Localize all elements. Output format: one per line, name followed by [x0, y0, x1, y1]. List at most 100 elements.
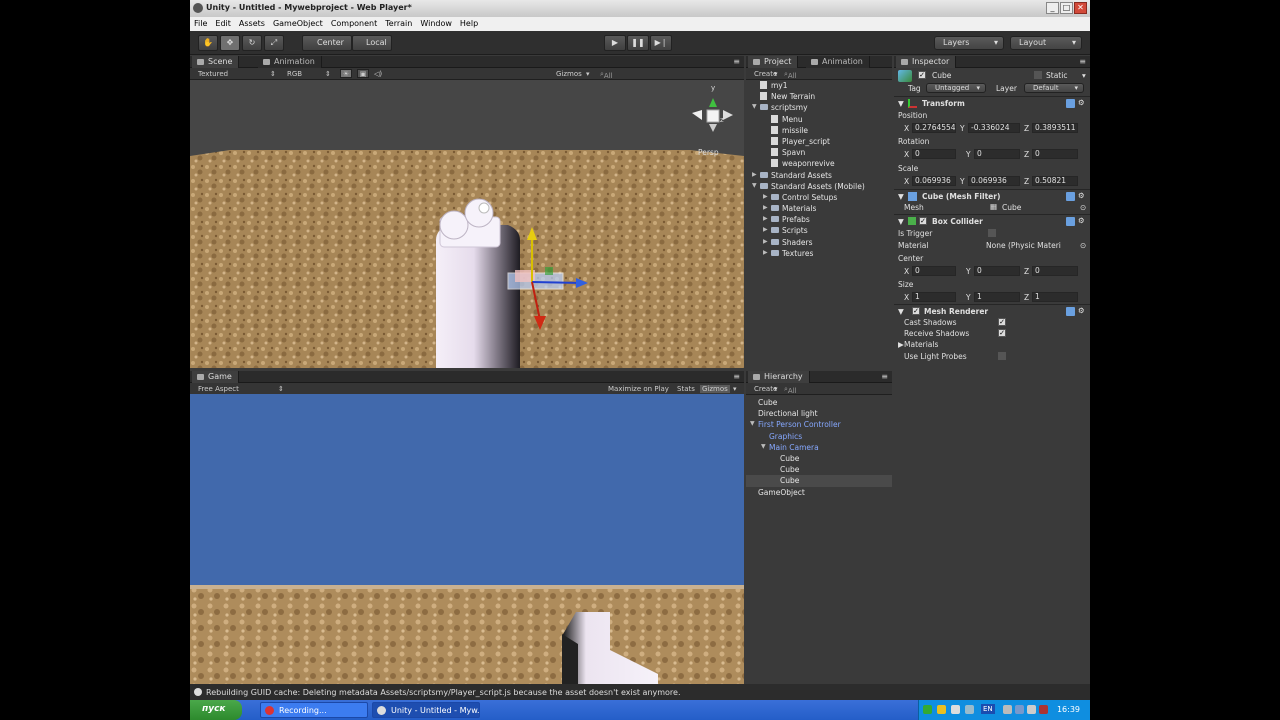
mesh-value[interactable]: Cube — [1002, 203, 1021, 212]
expanded-arrow-icon[interactable]: ▼ — [761, 443, 766, 450]
menu-window[interactable]: Window — [416, 17, 456, 30]
collapsed-arrow-icon[interactable]: ▶ — [763, 204, 768, 211]
mesh-renderer-fold-icon[interactable]: ▼ — [898, 307, 904, 316]
collapsed-arrow-icon[interactable]: ▶ — [763, 226, 768, 233]
collapsed-arrow-icon[interactable]: ▶ — [752, 171, 757, 178]
status-message[interactable]: Rebuilding GUID cache: Deleting metadata… — [206, 688, 681, 697]
tray-volume-icon[interactable] — [1027, 705, 1036, 714]
project-item[interactable]: ▶ Prefabs — [746, 214, 892, 225]
tray-display-icon[interactable] — [1015, 705, 1024, 714]
menu-file[interactable]: File — [190, 17, 211, 30]
use-light-probes-checkbox[interactable] — [998, 352, 1006, 360]
scale-z-field[interactable]: 0.50821 — [1032, 176, 1078, 186]
object-active-checkbox[interactable]: ✓ — [918, 71, 926, 79]
color-mode-arrow-icon[interactable]: ⇕ — [325, 70, 331, 78]
pivot-center-button[interactable]: Center — [302, 35, 352, 51]
move-tool-icon[interactable]: ✥ — [220, 35, 240, 51]
scene-gizmos-dropdown[interactable]: Gizmos — [556, 70, 582, 78]
panel-menu-icon[interactable]: ≡ — [733, 57, 740, 66]
mesh-filter-fold-icon[interactable]: ▼ — [898, 192, 904, 201]
start-button[interactable]: пуск — [190, 700, 242, 720]
project-item[interactable]: Player_script — [746, 136, 892, 147]
object-name-field[interactable]: Cube — [932, 71, 951, 80]
hand-tool-icon[interactable]: ✋ — [198, 35, 218, 51]
project-item[interactable]: ▶ Materials — [746, 203, 892, 214]
rotation-y-field[interactable]: 0 — [974, 149, 1020, 159]
project-create-arrow-icon[interactable]: ▾ — [774, 70, 778, 78]
hierarchy-item[interactable]: ▼ Main Camera — [746, 442, 892, 453]
scene-lighting-icon[interactable]: ☀ — [340, 69, 352, 78]
static-dropdown-arrow-icon[interactable]: ▾ — [1082, 71, 1086, 80]
tab-game[interactable]: Game — [192, 371, 239, 383]
game-viewport[interactable] — [190, 394, 744, 684]
maximize-button[interactable]: □ — [1060, 2, 1073, 14]
panel-menu-icon[interactable]: ≡ — [1079, 57, 1086, 66]
project-item[interactable]: ▶ Textures — [746, 248, 892, 259]
project-item[interactable]: New Terrain — [746, 91, 892, 102]
project-item[interactable]: my1 — [746, 80, 892, 91]
project-item[interactable]: ▼ Standard Assets (Mobile) — [746, 181, 892, 192]
rotate-tool-icon[interactable]: ↻ — [242, 35, 262, 51]
size-x-field[interactable]: 1 — [912, 292, 956, 302]
hierarchy-item[interactable]: Cube — [746, 464, 892, 475]
taskbar-item-unity[interactable]: Unity - Untitled - Myw... — [372, 702, 480, 718]
scene-search-field[interactable]: ⌕ All — [600, 70, 613, 80]
rotation-z-field[interactable]: 0 — [1032, 149, 1078, 159]
scene-viewport[interactable]: z y Persp — [190, 80, 744, 368]
scene-overlay-icon[interactable]: ▣ — [357, 69, 369, 78]
tab-inspector[interactable]: Inspector — [896, 56, 957, 68]
component-settings-gear-icon[interactable]: ⚙ — [1078, 306, 1085, 315]
color-mode-dropdown[interactable]: RGB — [287, 70, 302, 78]
hierarchy-item[interactable]: Graphics — [746, 431, 892, 442]
pivot-local-button[interactable]: Local — [352, 35, 392, 51]
tray-keyboard-icon[interactable] — [965, 705, 974, 714]
tag-dropdown[interactable]: Untagged — [926, 83, 986, 93]
minimize-button[interactable]: _ — [1046, 2, 1059, 14]
project-item[interactable]: ▼ scriptsmy — [746, 102, 892, 113]
expanded-arrow-icon[interactable]: ▼ — [750, 420, 755, 427]
box-collider-fold-icon[interactable]: ▼ — [898, 217, 904, 226]
help-book-icon[interactable] — [1066, 99, 1075, 108]
tab-project-animation[interactable]: Animation — [806, 56, 870, 68]
aspect-dropdown[interactable]: Free Aspect — [198, 385, 239, 393]
project-search-field[interactable]: ⌕ All — [784, 70, 797, 80]
menu-help[interactable]: Help — [456, 17, 482, 30]
hierarchy-item[interactable]: ▼ First Person Controller — [746, 419, 892, 430]
scale-y-field[interactable]: 0.069936 — [968, 176, 1020, 186]
material-value[interactable]: None (Physic Materi — [986, 241, 1070, 250]
layout-dropdown[interactable]: Layout — [1010, 36, 1082, 50]
hierarchy-create-arrow-icon[interactable]: ▾ — [774, 385, 778, 393]
menu-assets[interactable]: Assets — [235, 17, 269, 30]
play-button[interactable]: ▶ — [604, 35, 626, 51]
panel-menu-icon[interactable]: ≡ — [881, 372, 888, 381]
tray-browser-icon[interactable] — [937, 705, 946, 714]
layers-dropdown[interactable]: Layers — [934, 36, 1004, 50]
component-settings-gear-icon[interactable]: ⚙ — [1078, 98, 1085, 107]
persp-label[interactable]: Persp — [698, 148, 719, 157]
close-button[interactable]: ✕ — [1074, 2, 1087, 14]
tray-security-icon[interactable] — [1039, 705, 1048, 714]
tray-app-icon[interactable] — [923, 705, 932, 714]
game-gizmos-toggle[interactable]: Gizmos — [700, 385, 730, 393]
tray-network-icon[interactable] — [1003, 705, 1012, 714]
scene-gizmos-arrow-icon[interactable]: ▾ — [586, 70, 590, 78]
project-item[interactable]: ▶ Shaders — [746, 237, 892, 248]
help-book-icon[interactable] — [1066, 192, 1075, 201]
project-item[interactable]: ▶ Control Setups — [746, 192, 892, 203]
collapsed-arrow-icon[interactable]: ▶ — [763, 193, 768, 200]
position-y-field[interactable]: -0.336024 — [968, 123, 1020, 133]
tab-hierarchy[interactable]: Hierarchy — [748, 371, 810, 383]
scale-tool-icon[interactable]: ⤢ — [264, 35, 284, 51]
help-book-icon[interactable] — [1066, 307, 1075, 316]
is-trigger-checkbox[interactable] — [988, 229, 996, 237]
hierarchy-item[interactable]: Cube — [746, 453, 892, 464]
size-y-field[interactable]: 1 — [974, 292, 1020, 302]
help-book-icon[interactable] — [1066, 217, 1075, 226]
menu-gameobject[interactable]: GameObject — [269, 17, 327, 30]
render-mode-dropdown[interactable]: Textured — [198, 70, 228, 78]
collapsed-arrow-icon[interactable]: ▶ — [763, 215, 768, 222]
collapsed-arrow-icon[interactable]: ▶ — [763, 238, 768, 245]
pause-button[interactable]: ❚❚ — [627, 35, 649, 51]
scene-audio-icon[interactable]: ◁) — [374, 70, 382, 78]
game-gizmos-arrow-icon[interactable]: ▾ — [733, 385, 737, 393]
